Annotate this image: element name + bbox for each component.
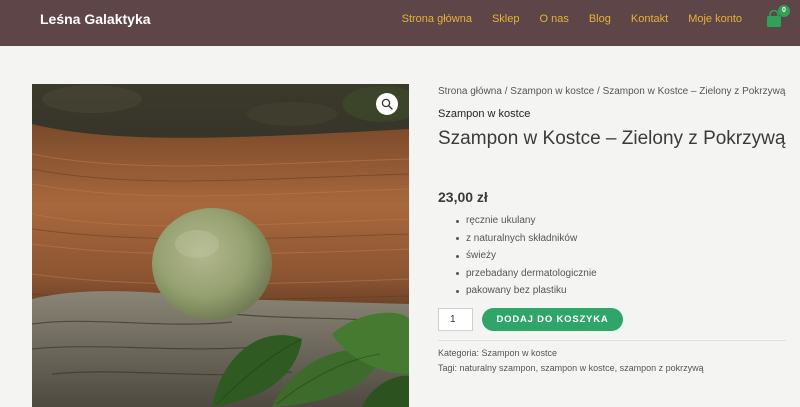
tag-link[interactable]: szampon w kostce [541,363,615,373]
add-to-cart-button[interactable]: DODAJ DO KOSZYKA [482,308,623,331]
nav-item-shop[interactable]: Sklep [492,13,520,25]
feature-item: pakowany bez plastiku [453,282,597,300]
category-meta-link[interactable]: Szampon w kostce [482,348,558,358]
product-features-list: ręcznie ukulany z naturalnych składników… [453,212,597,300]
breadcrumb-separator: / [594,86,603,97]
tag-link[interactable]: szampon z pokrzywą [620,363,704,373]
nav-item-blog[interactable]: Blog [589,13,611,25]
nav-item-contact[interactable]: Kontakt [631,13,668,25]
product-photo-illustration [32,84,409,407]
category-meta-label: Kategoria: [438,348,482,358]
product-image[interactable] [32,84,409,407]
tag-link[interactable]: naturalny szampon [460,363,536,373]
feature-item: ręcznie ukulany [453,212,597,230]
quantity-input[interactable] [438,308,473,331]
breadcrumb: Strona główna / Szampon w kostce / Szamp… [438,86,785,97]
product-category-label: Szampon w kostce [438,108,531,120]
breadcrumb-category[interactable]: Szampon w kostce [510,86,594,97]
feature-item: przebadany dermatologicznie [453,265,597,283]
cart-count-badge[interactable]: 0 [778,5,790,17]
nav-item-about[interactable]: O nas [539,13,568,25]
feature-item: z naturalnych składników [453,230,597,248]
divider [438,340,786,341]
nav-item-account[interactable]: Moje konto [688,13,742,25]
breadcrumb-home[interactable]: Strona główna [438,86,502,97]
product-title: Szampon w Kostce – Zielony z Pokrzywą [438,128,786,149]
breadcrumb-current: Szampon w Kostce – Zielony z Pokrzywą [602,86,786,97]
search-zoom-icon [381,98,393,110]
site-brand[interactable]: Leśna Galaktyka [40,11,151,27]
main-nav: Strona główna Sklep O nas Blog Kontakt M… [382,13,742,25]
tags-meta-label: Tagi: [438,363,460,373]
product-price: 23,00 zł [438,189,488,205]
product-tags-meta: Tagi: naturalny szampon, szampon w kostc… [438,363,704,373]
product-category-meta: Kategoria: Szampon w kostce [438,348,557,358]
feature-item: świeży [453,247,597,265]
site-header: Leśna Galaktyka Strona główna Sklep O na… [0,0,800,46]
nav-item-home[interactable]: Strona główna [402,13,472,25]
image-zoom-button[interactable] [376,93,398,115]
